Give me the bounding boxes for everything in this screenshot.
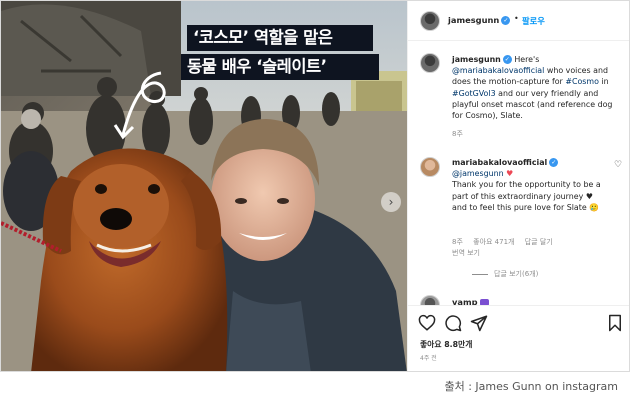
comment-time: 8주 (452, 238, 463, 246)
comment-likes-count[interactable]: 좋아요 471개 (473, 238, 514, 246)
red-heart-emoji-icon: ♥ (506, 169, 514, 179)
caption-text-c: in (601, 77, 609, 87)
commenter-avatar[interactable] (420, 157, 440, 177)
post-likes-count[interactable]: 좋아요 8.8만개 (420, 339, 472, 350)
chevron-right-icon: › (388, 195, 394, 209)
caption-time: 8주 (452, 130, 463, 138)
comment-reply-button[interactable]: 답글 달기 (525, 238, 553, 246)
post-caption: jamesgunn ✓ Here's @mariabakalovaofficial… (452, 54, 624, 121)
comment-username[interactable]: mariabakalovaofficial (452, 158, 547, 167)
follow-button[interactable]: 팔로우 (522, 15, 545, 27)
verified-badge-icon: ✓ (501, 16, 511, 25)
comment-body: mariabakalovaofficial ✓ @jamesgunn ♥ Than… (452, 157, 610, 213)
view-replies-button[interactable]: 답글 보기(6개) (472, 269, 538, 279)
next-photo-button[interactable]: › (381, 192, 401, 212)
caption-avatar[interactable] (420, 53, 440, 73)
verified-badge-icon: ✓ (549, 158, 559, 167)
overlay-line-2: 동물 배우 ‘슬레이트’ (181, 54, 379, 80)
post-header: jamesgunn ✓ • 팔로우 (408, 1, 629, 41)
post-actions-bar: 좋아요 8.8만개 4주 전 (408, 305, 629, 371)
author-avatar[interactable] (420, 11, 440, 31)
comment-text-1: Thank you for the opportunity to be a pa… (452, 180, 601, 201)
header-username-text: jamesgunn (448, 15, 500, 25)
comment-mention-link[interactable]: @jamesgunn (452, 169, 504, 178)
post-photo[interactable]: ‘코스모’ 역할을 맡은 동물 배우 ‘슬레이트’ › (1, 1, 407, 371)
like-heart-icon[interactable] (418, 314, 436, 332)
share-send-icon[interactable] (470, 314, 488, 332)
tears-emoji-icon: 🥲 (589, 202, 600, 212)
hashtag-cosmo-link[interactable]: #Cosmo (565, 77, 599, 86)
save-bookmark-icon[interactable] (606, 314, 624, 332)
black-heart-emoji-icon: ♥ (585, 191, 593, 201)
post-time: 4주 전 (420, 355, 437, 362)
overlay-line-1: ‘코스모’ 역할을 맡은 (187, 25, 373, 51)
comment-like-heart-icon[interactable]: ♡ (614, 160, 622, 170)
post-side-panel: jamesgunn ✓ • 팔로우 jamesgunn ✓ Here's @mari… (407, 1, 629, 371)
header-username[interactable]: jamesgunn ✓ (448, 15, 511, 25)
caption-text-a: Here's (514, 55, 540, 64)
source-credit: 출처 : James Gunn on instagram (444, 380, 618, 393)
comment-bubble-icon[interactable] (444, 314, 462, 332)
comment-text-2: and to feel this pure love for Slate (452, 202, 587, 212)
caption-mention-link[interactable]: @mariabakalovaofficial (452, 66, 544, 75)
caption-username[interactable]: jamesgunn (452, 55, 501, 64)
instagram-post: ‘코스모’ 역할을 맡은 동물 배우 ‘슬레이트’ › jamesgunn ✓ •… (0, 0, 630, 372)
verified-badge-icon: ✓ (502, 55, 512, 64)
separator-dot: • (514, 14, 519, 23)
comment-meta: 8주 좋아요 471개 답글 달기 (452, 237, 561, 247)
translate-link[interactable]: 번역 보기 (452, 248, 480, 258)
hashtag-gotgvol3-link[interactable]: #GotGVol3 (452, 89, 496, 98)
photo-text-overlay: ‘코스모’ 역할을 맡은 동물 배우 ‘슬레이트’ (181, 25, 379, 83)
